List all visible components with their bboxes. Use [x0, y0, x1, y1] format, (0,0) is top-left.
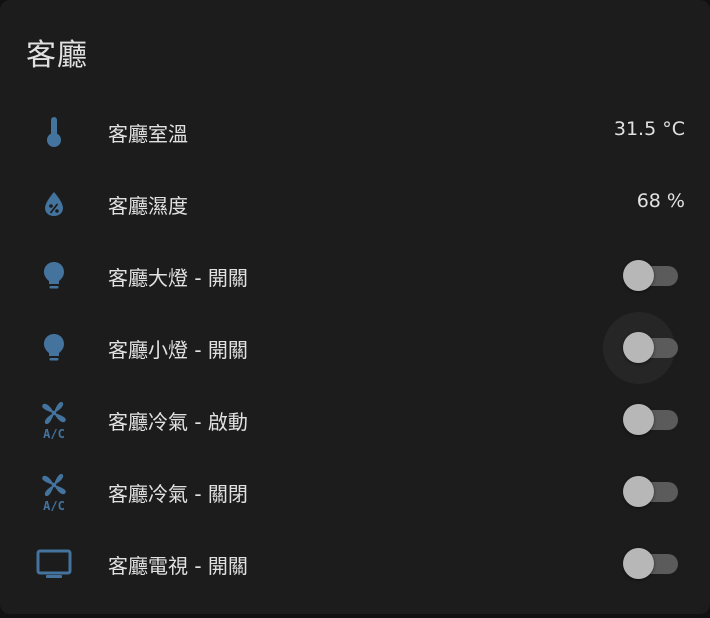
- ac-icon-text: A/C: [43, 499, 65, 511]
- air-conditioner-icon: A/C: [34, 401, 74, 439]
- lightbulb-icon: [34, 258, 74, 294]
- ac-icon-text: A/C: [43, 427, 65, 439]
- toggle-switch[interactable]: [623, 404, 679, 436]
- television-icon: [34, 546, 74, 582]
- card-title: 客廳: [26, 38, 88, 73]
- toggle-thumb: [623, 332, 654, 363]
- entity-label: 客廳大燈 - 開關: [108, 266, 248, 290]
- toggle-thumb: [623, 476, 654, 507]
- toggle-switch[interactable]: [623, 476, 679, 508]
- entity-label: 客廳濕度: [108, 194, 188, 218]
- air-conditioner-icon: A/C: [34, 473, 74, 511]
- entity-label: 客廳冷氣 - 關閉: [108, 482, 248, 506]
- entity-row-ac-off[interactable]: A/C 客廳冷氣 - 關閉: [0, 456, 710, 528]
- water-percent-icon: [34, 186, 74, 222]
- entity-label: 客廳室溫: [108, 122, 188, 146]
- entity-row-small-light[interactable]: 客廳小燈 - 開關: [0, 312, 710, 384]
- toggle-thumb: [623, 260, 654, 291]
- entity-label: 客廳冷氣 - 啟動: [108, 410, 248, 434]
- toggle-switch[interactable]: [623, 548, 679, 580]
- lightbulb-icon: [34, 330, 74, 366]
- toggle-switch[interactable]: [603, 312, 679, 384]
- entity-row-tv[interactable]: 客廳電視 - 開關: [0, 528, 710, 600]
- entity-label: 客廳小燈 - 開關: [108, 338, 248, 362]
- entity-state-value: 68 %: [636, 190, 685, 212]
- thermometer-icon: [34, 114, 74, 150]
- toggle-thumb: [623, 404, 654, 435]
- toggle-thumb: [623, 548, 654, 579]
- entity-row-humidity[interactable]: 客廳濕度 68 %: [0, 168, 710, 240]
- toggle-switch[interactable]: [623, 260, 679, 292]
- entity-state-value: 31.5 °C: [613, 118, 685, 140]
- entity-row-ac-on[interactable]: A/C 客廳冷氣 - 啟動: [0, 384, 710, 456]
- entity-label: 客廳電視 - 開關: [108, 554, 248, 578]
- area-card: 客廳 客廳室溫 31.5 °C 客廳濕度 68 % 客廳大燈 - 開關 客廳小燈…: [0, 0, 710, 614]
- entity-row-temperature[interactable]: 客廳室溫 31.5 °C: [0, 96, 710, 168]
- entity-row-main-light[interactable]: 客廳大燈 - 開關: [0, 240, 710, 312]
